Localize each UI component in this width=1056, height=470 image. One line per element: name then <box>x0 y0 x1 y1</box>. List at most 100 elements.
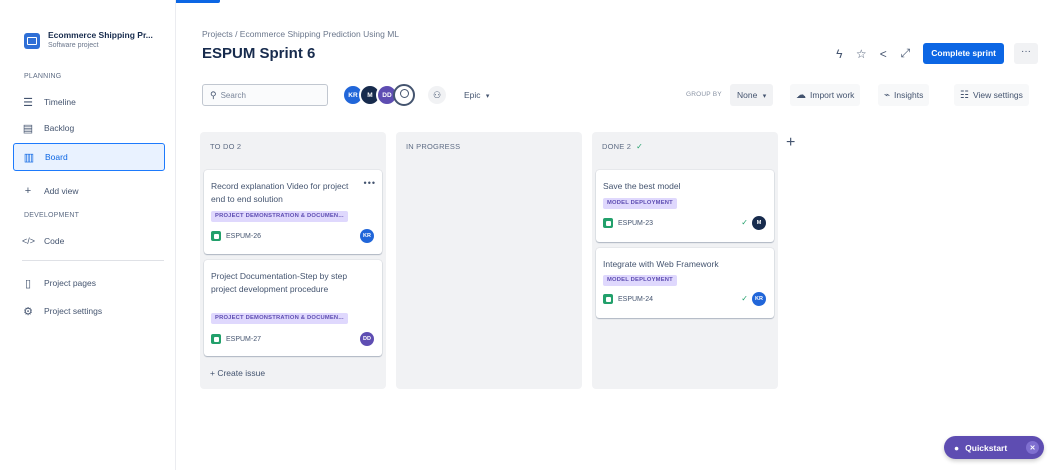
development-section-label: DEVELOPMENT <box>24 212 80 219</box>
backlog-icon: ▤ <box>22 122 34 135</box>
sidebar-item-code[interactable]: </> Code <box>22 230 64 252</box>
insights-button[interactable]: ⌁ Insights <box>878 84 930 106</box>
issue-key: ESPUM-26 <box>226 232 262 240</box>
project-header[interactable]: Ecommerce Shipping Pr... Software projec… <box>24 30 153 49</box>
add-column-button[interactable]: + <box>786 134 795 152</box>
column-done: DONE 2 ✓ Save the best model MODEL DEPLOY… <box>592 132 778 389</box>
view-settings-button[interactable]: ☷ View settings <box>954 84 1029 106</box>
cloud-upload-icon: ☁ <box>796 90 806 101</box>
sidebar-item-label: Project settings <box>44 306 103 316</box>
sidebar-item-project-settings[interactable]: ⚙ Project settings <box>22 300 102 322</box>
import-work-button[interactable]: ☁ Import work <box>790 84 861 106</box>
search-input[interactable]: ⚲ Search <box>202 84 328 106</box>
avatar[interactable]: KR <box>360 229 374 243</box>
sidebar-item-backlog[interactable]: ▤ Backlog <box>22 117 74 139</box>
plus-icon: + <box>24 185 32 197</box>
issue-key-row: ESPUM-24 <box>603 294 653 304</box>
issue-card[interactable]: Save the best model MODEL DEPLOYMENT ESP… <box>596 170 774 242</box>
unassigned-avatar-icon[interactable] <box>393 84 415 106</box>
complete-sprint-button[interactable]: Complete sprint <box>923 43 1004 64</box>
insights-label: Insights <box>894 90 924 100</box>
quickstart-button[interactable]: ● Quickstart ✕ <box>944 436 1044 459</box>
lightbulb-icon: ● <box>954 442 960 453</box>
quickstart-label: Quickstart <box>965 442 1008 453</box>
group-by-dropdown[interactable]: None ▾ <box>730 84 774 106</box>
expand-icon[interactable]: ⤢ <box>899 46 911 61</box>
sidebar-divider <box>22 260 164 261</box>
issue-card[interactable]: Project Documentation-Step by step proje… <box>204 260 382 356</box>
code-icon: </> <box>22 236 36 246</box>
epic-tag: PROJECT DEMONSTRATION & DOCUMEN... <box>211 211 348 222</box>
sidebar-item-board[interactable]: ▥ Board <box>13 143 165 171</box>
avatar[interactable]: KR <box>752 292 766 306</box>
sidebar: Ecommerce Shipping Pr... Software projec… <box>0 0 176 470</box>
project-avatar-icon <box>24 33 40 49</box>
lightning-icon[interactable]: ϟ <box>833 47 845 61</box>
share-icon[interactable]: < <box>877 47 889 61</box>
done-check-icon: ✓ <box>741 294 748 303</box>
board-toolbar: ⚲ Search KR M DD ⚇ Epic ▾ GROUP BY None … <box>202 84 1042 106</box>
issue-title: Save the best model <box>603 181 681 191</box>
epic-tag: PROJECT DEMONSTRATION & DOCUMEN... <box>211 313 348 324</box>
sidebar-item-label: Backlog <box>44 123 75 133</box>
issue-card[interactable]: Integrate with Web Framework MODEL DEPLO… <box>596 248 774 318</box>
sidebar-item-label: Project pages <box>44 278 96 288</box>
done-check-icon: ✓ <box>741 218 748 227</box>
app-root: Ecommerce Shipping Pr... Software projec… <box>0 0 1056 470</box>
issue-key-row: ESPUM-26 <box>211 231 261 241</box>
card-more-icon[interactable]: ••• <box>364 178 376 188</box>
column-title-row: DONE 2 ✓ <box>602 142 643 151</box>
sidebar-item-project-pages[interactable]: ▯ Project pages <box>22 272 96 294</box>
breadcrumb[interactable]: Projects / Ecommerce Shipping Prediction… <box>202 29 399 39</box>
create-issue-button[interactable]: + Create issue <box>210 368 265 378</box>
add-people-icon[interactable]: ⚇ <box>428 86 446 104</box>
column-title: DONE 2 <box>602 142 632 151</box>
epic-filter-label: Epic <box>464 90 481 100</box>
import-work-label: Import work <box>810 90 855 100</box>
page-title: ESPUM Sprint 6 <box>202 45 316 62</box>
search-placeholder: Search <box>220 90 246 100</box>
sidebar-item-label: Add view <box>44 186 79 196</box>
view-settings-label: View settings <box>972 90 1023 100</box>
header-actions: ϟ ☆ < ⤢ Complete sprint ··· <box>833 43 1038 64</box>
column-title: IN PROGRESS <box>406 142 461 151</box>
issue-card[interactable]: Record explanation Video for project end… <box>204 170 382 254</box>
issue-title: Project Documentation-Step by step proje… <box>211 271 348 294</box>
more-actions-button[interactable]: ··· <box>1014 43 1038 64</box>
epic-filter-dropdown[interactable]: Epic ▾ <box>464 84 489 106</box>
pages-icon: ▯ <box>24 277 32 290</box>
planning-section-label: PLANNING <box>24 73 62 80</box>
issue-title: Integrate with Web Framework <box>603 259 719 269</box>
insights-icon: ⌁ <box>884 90 891 101</box>
chevron-down-icon: ▾ <box>485 93 490 100</box>
search-icon: ⚲ <box>210 89 217 100</box>
avatar-filter-group: KR M DD <box>342 84 415 106</box>
chevron-down-icon: ▾ <box>762 93 767 100</box>
issue-key: ESPUM-23 <box>618 219 654 227</box>
project-type: Software project <box>48 42 99 49</box>
sidebar-item-timeline[interactable]: ☰ Timeline <box>22 91 76 113</box>
issue-key-row: ESPUM-23 <box>603 218 653 228</box>
column-todo: TO DO 2 Record explanation Video for pro… <box>200 132 386 389</box>
story-icon <box>603 218 613 228</box>
avatar[interactable]: DD <box>360 332 374 346</box>
column-title: TO DO 2 <box>210 142 242 151</box>
timeline-icon: ☰ <box>23 96 33 109</box>
sidebar-item-label: Board <box>45 152 68 162</box>
issue-key: ESPUM-27 <box>226 335 262 343</box>
story-icon <box>603 294 613 304</box>
project-name: Ecommerce Shipping Pr... <box>48 30 153 40</box>
board-icon: ▥ <box>23 151 35 164</box>
group-by-label: GROUP BY <box>686 91 722 98</box>
close-icon[interactable]: ✕ <box>1026 441 1039 454</box>
star-icon[interactable]: ☆ <box>855 47 867 61</box>
avatar[interactable]: M <box>752 216 766 230</box>
sliders-icon: ☷ <box>960 90 969 101</box>
issue-key-row: ESPUM-27 <box>211 334 261 344</box>
done-check-icon: ✓ <box>636 142 644 151</box>
top-accent-bar <box>172 0 220 3</box>
issue-key: ESPUM-24 <box>618 295 654 303</box>
epic-tag: MODEL DEPLOYMENT <box>603 275 677 286</box>
sidebar-item-add-view[interactable]: + Add view <box>22 180 79 202</box>
sidebar-item-label: Timeline <box>44 97 76 107</box>
